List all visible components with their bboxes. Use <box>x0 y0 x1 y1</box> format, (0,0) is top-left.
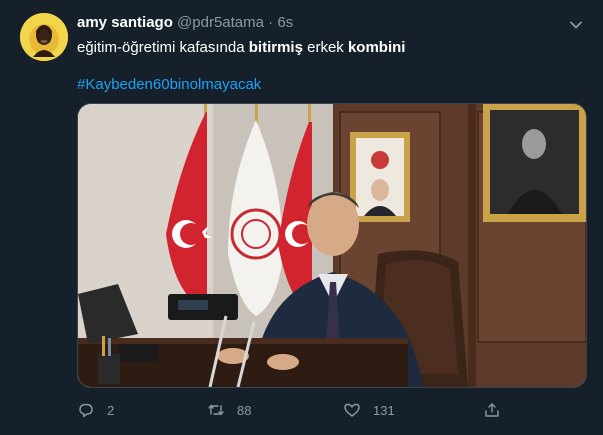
tweet-text: eğitim-öğretimi kafasında bitirmiş erkek… <box>77 38 405 58</box>
tweet-text-bold: kombini <box>347 39 406 56</box>
tweet-text-part: erkek <box>302 39 348 56</box>
reply-count: 2 <box>107 402 115 418</box>
reply-icon <box>79 403 93 418</box>
tweet-actions: 2 88 131 <box>77 398 585 422</box>
tweet-photo[interactable] <box>77 103 587 388</box>
share-icon <box>485 403 499 417</box>
tweet-text-part: eğitim-öğretimi kafasında <box>77 39 249 56</box>
retweet-icon <box>208 404 224 416</box>
reply-button[interactable]: 2 <box>77 398 114 422</box>
hashtag-link[interactable]: #Kaybeden60binolmayacak <box>77 76 261 93</box>
retweet-count: 88 <box>237 402 252 418</box>
author-handle[interactable]: @pdr5atama <box>177 14 264 31</box>
separator-dot: · <box>268 14 274 31</box>
tweet-text-bold: bitirmiş <box>248 39 303 56</box>
share-button[interactable] <box>483 398 513 422</box>
retweet-button[interactable]: 88 <box>207 398 251 422</box>
tweet-time[interactable]: 6s <box>277 14 293 31</box>
tweet[interactable]: amy santiago @pdr5atama · 6s eğitim-öğre… <box>0 0 603 435</box>
author-name[interactable]: amy santiago <box>77 14 173 31</box>
chevron-down-icon[interactable] <box>567 16 585 34</box>
tweet-header: amy santiago @pdr5atama · 6s <box>77 14 293 31</box>
heart-icon <box>344 403 360 417</box>
avatar[interactable] <box>20 13 68 61</box>
like-button[interactable]: 131 <box>343 398 395 422</box>
like-count: 131 <box>373 402 395 418</box>
